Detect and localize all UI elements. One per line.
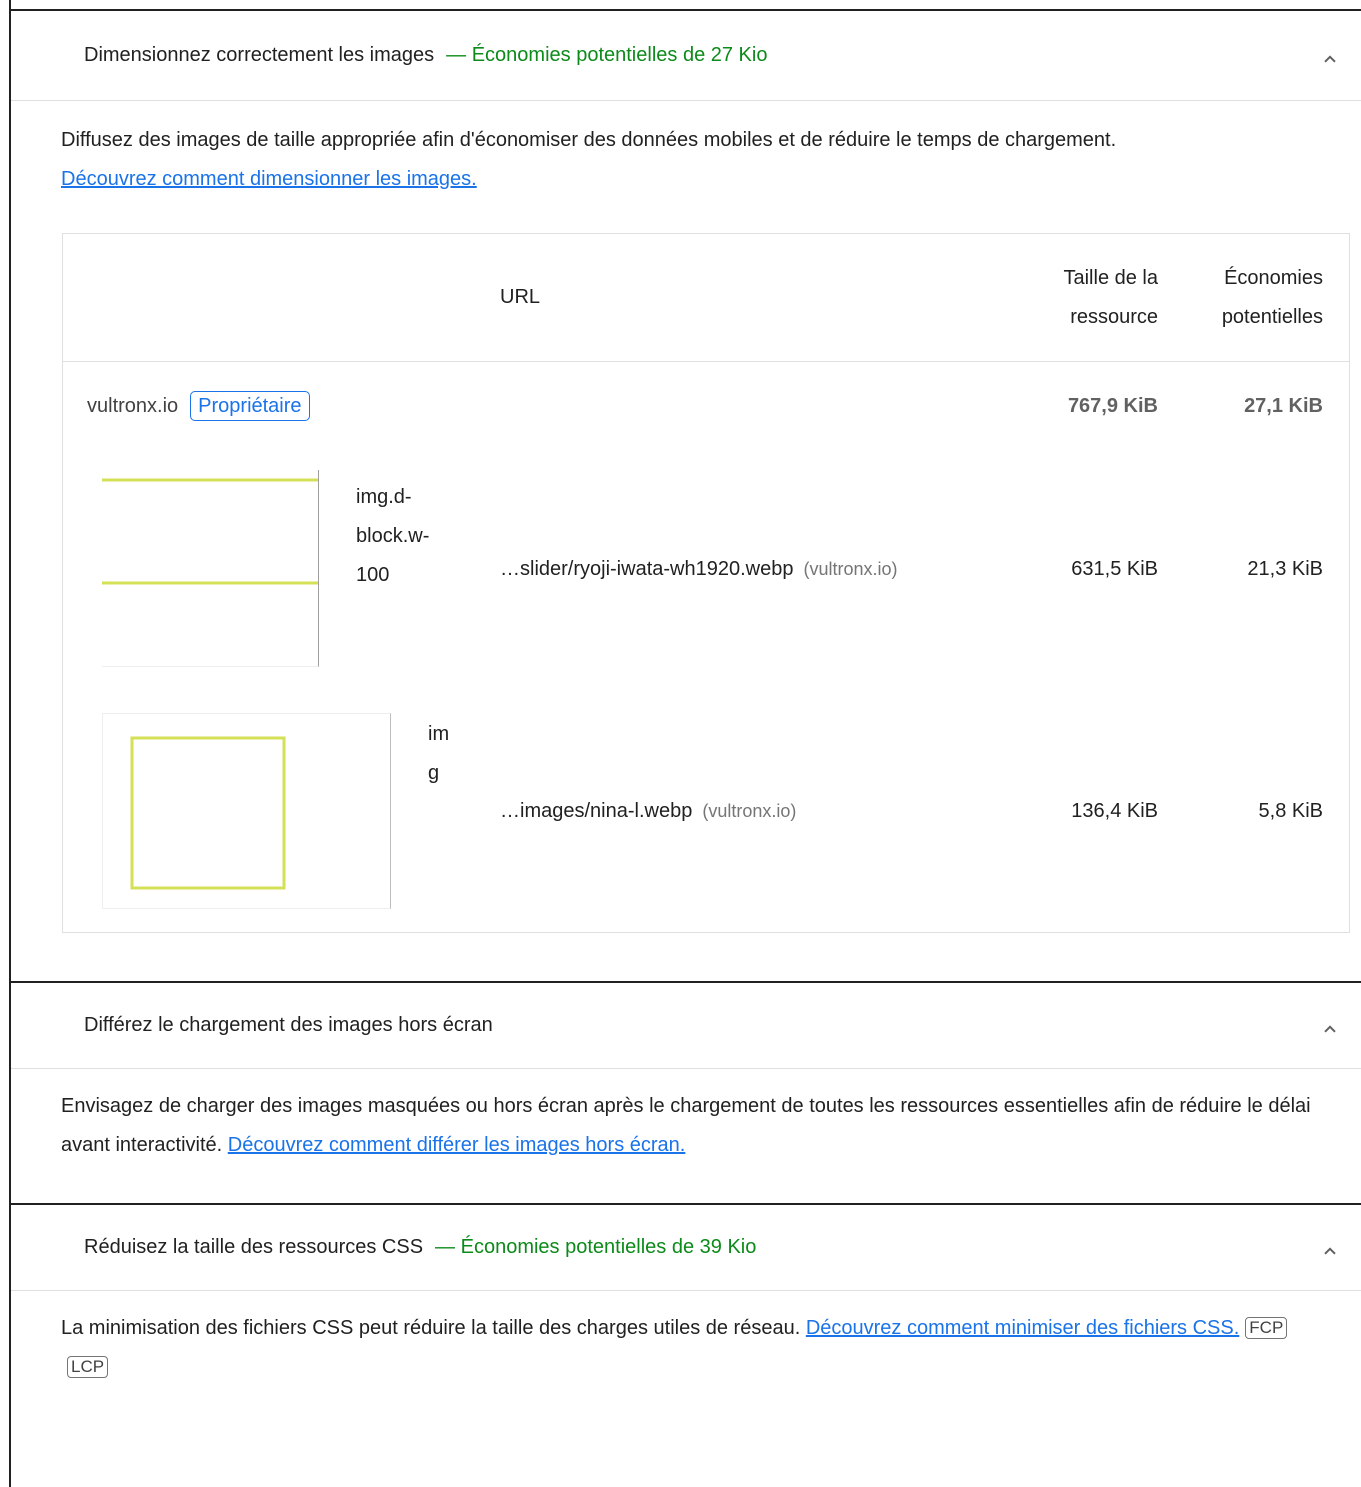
audit-offscreen-images: Différez le chargement des images hors é… <box>11 983 1361 1165</box>
resource-size: 136,4 KiB <box>1071 800 1158 822</box>
description-text: Diffusez des images de taille appropriée… <box>61 129 1117 151</box>
audit-savings: — Économies potentielles de 27 Kio <box>446 44 768 66</box>
learn-more-link[interactable]: Découvrez comment minimiser des fichiers… <box>806 1317 1239 1339</box>
metric-badge-lcp: LCP <box>67 1356 109 1378</box>
potential-savings: 5,8 KiB <box>1258 800 1323 822</box>
table-header: URL Taille de la ressource Économies poten… <box>63 234 1349 362</box>
image-thumbnail <box>102 713 391 909</box>
audit-minify-css: Réduisez la taille des ressources CSS — … <box>11 1205 1361 1387</box>
audit-savings: — Économies potentielles de 39 Kio <box>435 1236 757 1258</box>
audit-title: Réduisez la taille des ressources CSS <box>84 1236 424 1258</box>
node-label: im g <box>428 723 450 784</box>
description-text: La minimisation des fichiers CSS peut ré… <box>61 1317 806 1339</box>
resource-url[interactable]: …images/nina-l.webp (vultronx.io) <box>500 800 796 823</box>
table-row: im g …images/nina-l.webp (vultronx.io) 136… <box>63 713 1349 911</box>
audit-description: Diffusez des images de taille appropriée… <box>11 101 1361 199</box>
audit-description: La minimisation des fichiers CSS peut ré… <box>11 1291 1361 1387</box>
potential-savings: 21,3 KiB <box>1247 558 1323 580</box>
entity-name: vultronx.io <box>87 394 179 417</box>
chevron-up-icon[interactable] <box>1323 51 1337 65</box>
node-label: img.d-block.w- 100 <box>356 486 430 586</box>
details-table: URL Taille de la ressource Économies poten… <box>62 233 1350 933</box>
audit-header[interactable]: Dimensionnez correctement les images — É… <box>11 11 1361 101</box>
audit-header[interactable]: Réduisez la taille des ressources CSS — … <box>11 1205 1361 1291</box>
url-host: (vultronx.io) <box>803 559 898 579</box>
column-header-resource-size: Taille de la ressource <box>1063 267 1158 328</box>
learn-more-link[interactable]: Découvrez comment différer les images ho… <box>228 1134 686 1156</box>
group-resource-size: 767,9 KiB <box>1067 394 1158 417</box>
table-row: img.d-block.w- 100 …slider/ryoji-iwata-wh… <box>63 470 1349 668</box>
url-host: (vultronx.io) <box>702 801 797 821</box>
metric-badge-fcp: FCP <box>1245 1317 1288 1339</box>
column-header-potential-savings: Économies potentielles <box>1221 267 1323 328</box>
entity-group-row: vultronx.io Propriétaire 767,9 KiB 27,1 … <box>87 386 1323 426</box>
audit-title: Différez le chargement des images hors é… <box>84 1014 493 1036</box>
first-party-badge: Propriétaire <box>190 391 310 421</box>
resource-size: 631,5 KiB <box>1071 558 1158 580</box>
group-savings: 27,1 KiB <box>1244 394 1323 417</box>
image-thumbnail <box>102 470 319 667</box>
chevron-up-icon[interactable] <box>1323 1021 1337 1035</box>
column-header-url: URL <box>500 286 541 308</box>
audit-header[interactable]: Différez le chargement des images hors é… <box>11 983 1361 1069</box>
audit-properly-size-images: Dimensionnez correctement les images — É… <box>11 11 1361 199</box>
chevron-up-icon[interactable] <box>1323 1243 1337 1257</box>
audit-title: Dimensionnez correctement les images <box>84 44 435 66</box>
learn-more-link[interactable]: Découvrez comment dimensionner les image… <box>61 168 477 190</box>
audit-description: Envisagez de charger des images masquées… <box>11 1069 1361 1165</box>
resource-url[interactable]: …slider/ryoji-iwata-wh1920.webp (vultronx… <box>500 558 898 581</box>
